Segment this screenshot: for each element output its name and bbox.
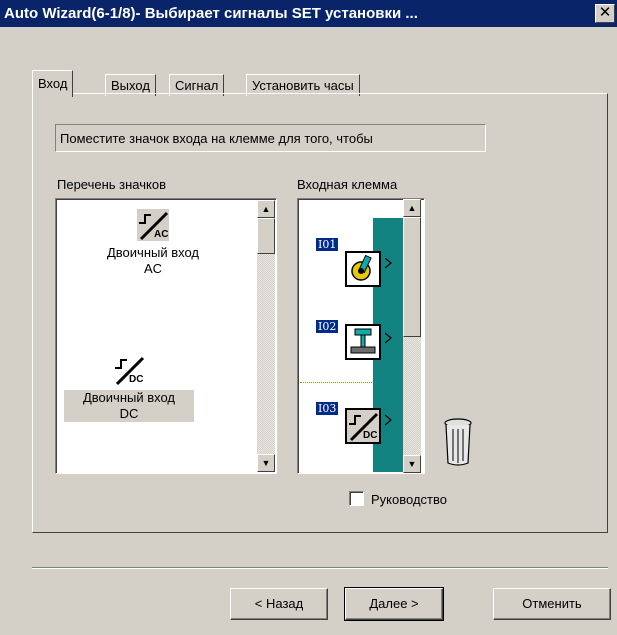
tab-input[interactable]: Вход — [32, 70, 74, 97]
binary-input-ac-icon: AC — [137, 209, 169, 241]
io-label-i02: I02 — [316, 320, 339, 333]
dc-caption-line1: Двоичный вход — [64, 390, 194, 406]
terminal-list-scrollbar[interactable]: ▲ ▼ — [403, 199, 421, 473]
manual-checkbox[interactable] — [349, 491, 364, 506]
trash-icon[interactable] — [443, 417, 473, 467]
ac-badge: AC — [154, 229, 168, 240]
icon-list-label: Перечень значков — [57, 177, 166, 192]
back-button[interactable]: < Назад — [230, 588, 328, 620]
dc-badge: DC — [129, 374, 143, 385]
list-item-binary-input-dc[interactable]: DC Двоичный вход DC — [64, 354, 194, 422]
close-icon: ✕ — [598, 4, 612, 21]
binary-input-dc-icon: DC — [347, 410, 379, 442]
terminal-i02[interactable] — [345, 324, 381, 360]
connector-arrows — [385, 258, 392, 426]
terminal-list-label: Входная клемма — [297, 177, 398, 192]
title-bar: Auto Wizard(6-1/8)- Выбирает сигналы SET… — [0, 0, 617, 27]
icon-list-scrollbar[interactable]: ▲ ▼ — [257, 200, 275, 472]
binary-input-dc-icon: DC — [113, 354, 145, 386]
close-button[interactable]: ✕ — [595, 4, 615, 23]
list-item-binary-input-ac[interactable]: AC Двоичный вход AC — [64, 209, 242, 277]
io-label-i03: I03 — [316, 402, 339, 415]
terminal-scroll-down-button[interactable]: ▼ — [403, 455, 421, 473]
terminal-scroll-up-button[interactable]: ▲ — [403, 199, 421, 217]
dc-caption-line2: DC — [64, 406, 194, 422]
instruction-text: Поместите значок входа на клемме для тог… — [55, 124, 486, 152]
manual-checkbox-label[interactable]: Руководство — [371, 492, 447, 507]
terminal-i01[interactable] — [345, 251, 381, 287]
io-label-i01: I01 — [316, 238, 339, 251]
push-button-icon — [350, 328, 376, 354]
window-title: Auto Wizard(6-1/8)- Выбирает сигналы SET… — [4, 5, 418, 22]
scroll-down-button[interactable]: ▼ — [257, 454, 275, 472]
ac-caption-line2: AC — [143, 261, 163, 276]
i03-dc-badge: DC — [363, 430, 377, 441]
icon-list[interactable]: AC Двоичный вход AC DC Двоичный вход DC … — [55, 198, 277, 474]
next-button[interactable]: Далее > — [344, 587, 444, 621]
key-switch-icon — [351, 254, 372, 281]
scroll-thumb[interactable] — [257, 218, 275, 254]
cancel-button[interactable]: Отменить — [493, 588, 611, 620]
terminal-scroll-thumb[interactable] — [403, 217, 421, 337]
ac-caption-line1: Двоичный вход — [106, 245, 199, 260]
terminal-i03[interactable]: DC — [345, 408, 381, 444]
separator — [32, 567, 608, 569]
scroll-up-button[interactable]: ▲ — [257, 200, 275, 218]
